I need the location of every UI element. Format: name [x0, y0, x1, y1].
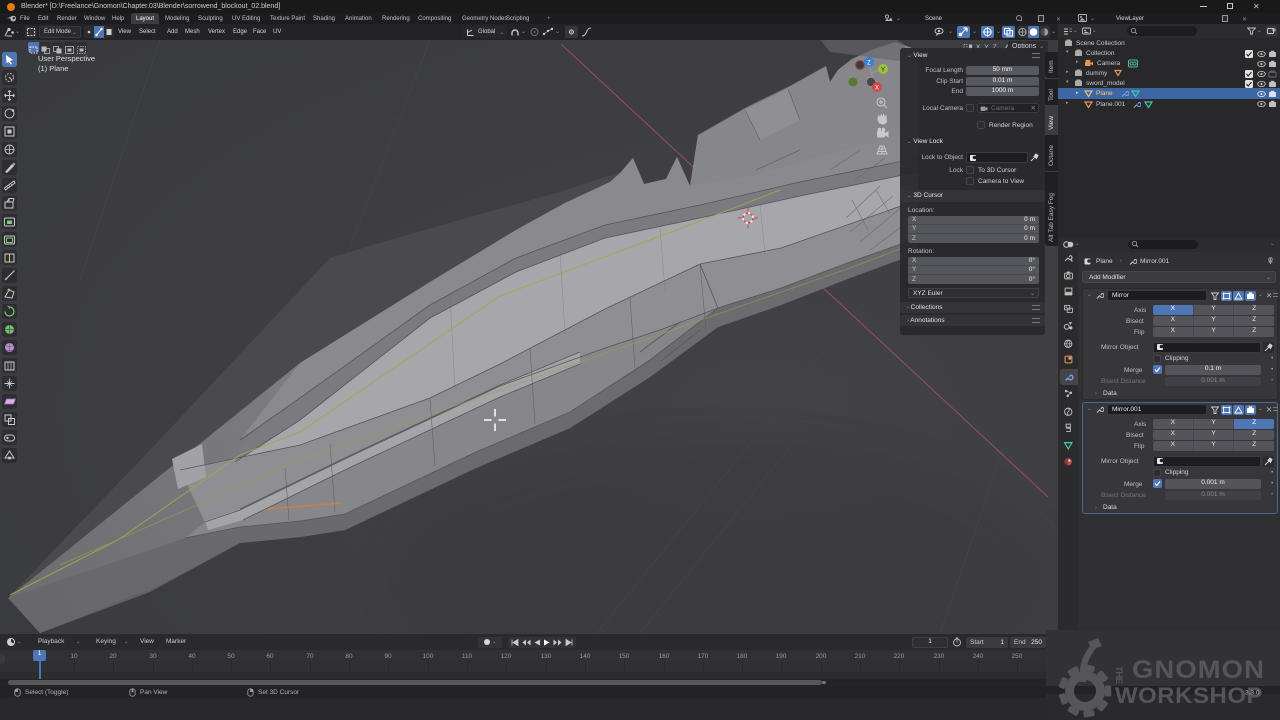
svg-text:Z: Z — [867, 61, 871, 67]
svg-text:3.3.0: 3.3.0 — [1245, 690, 1260, 697]
svg-text:Y: Y — [881, 68, 885, 74]
svg-text:WORKSHOP: WORKSHOP — [1115, 683, 1263, 708]
svg-text:THE: THE — [1113, 666, 1124, 684]
svg-text:GNOMON: GNOMON — [1132, 656, 1265, 684]
svg-text:X: X — [875, 86, 879, 92]
